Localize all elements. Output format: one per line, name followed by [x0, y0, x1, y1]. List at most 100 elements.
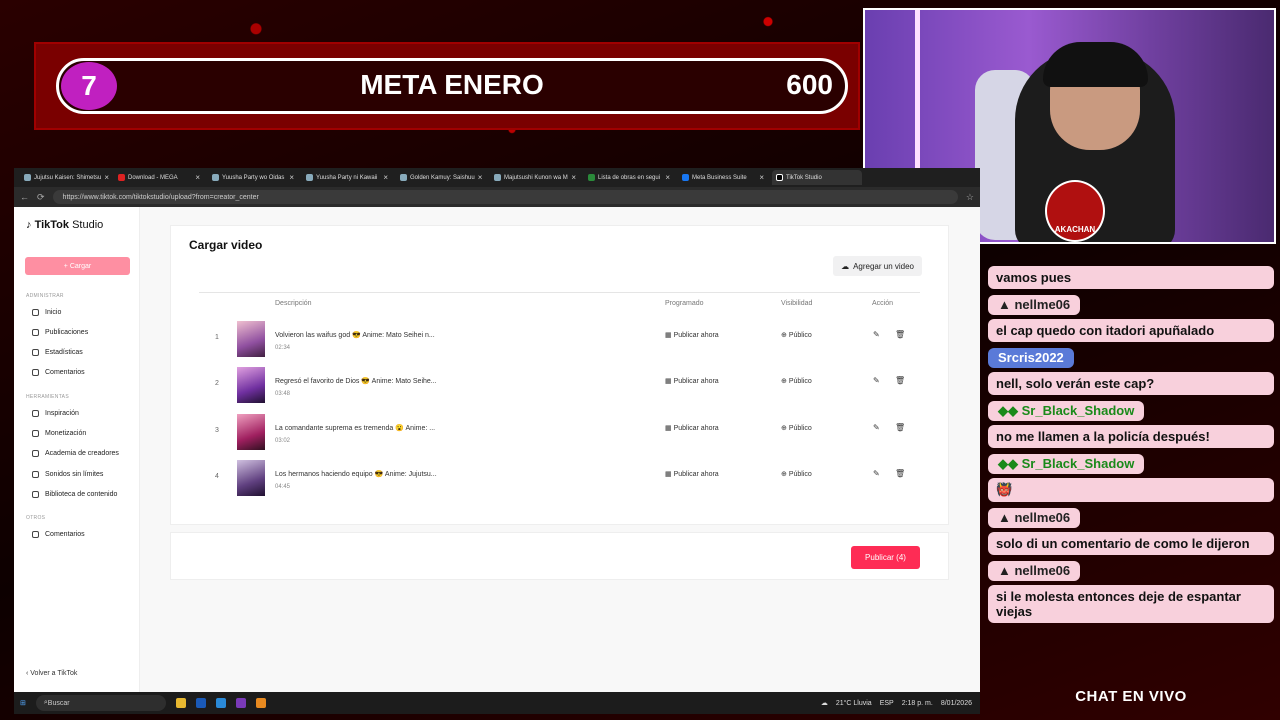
row-number: 4: [215, 473, 219, 480]
clock-time[interactable]: 2:18 p. m.: [902, 700, 933, 707]
video-thumbnail: [237, 367, 265, 403]
video-thumbnail: [237, 321, 265, 357]
schedule-select[interactable]: ▦ Publicar ahora: [665, 377, 719, 385]
badge-icon: ◆◆: [998, 456, 1022, 471]
table-row: 4 Los hermanos haciendo equipo 😎 Anime: …: [199, 460, 920, 500]
premiere-icon[interactable]: [235, 698, 246, 708]
browser-tab[interactable]: Majutsushi Kunon wa M ×: [490, 170, 580, 185]
close-icon[interactable]: ×: [104, 173, 109, 182]
browser-tab[interactable]: Lista de obras en segui ×: [584, 170, 674, 185]
edit-icon[interactable]: ✎: [873, 469, 880, 478]
sidebar-item-biblioteca[interactable]: Biblioteca de contenido: [32, 491, 117, 498]
video-description[interactable]: Los hermanos haciendo equipo 😎 Anime: Ju…: [275, 470, 437, 478]
posts-icon: [32, 329, 39, 336]
visibility-select[interactable]: ⊕ Público: [781, 424, 812, 432]
browser-tab[interactable]: Yuusha Party wo Oidas ×: [208, 170, 298, 185]
header-visibility: Visibilidad: [781, 300, 813, 307]
sidebar-item-publicaciones[interactable]: Publicaciones: [32, 329, 88, 336]
edit-icon[interactable]: ✎: [873, 330, 880, 339]
channel-badge: AKACHAN: [1045, 180, 1105, 242]
visibility-select[interactable]: ⊕ Público: [781, 377, 812, 385]
video-duration: 03:48: [275, 391, 291, 397]
star-icon[interactable]: ☆: [966, 192, 974, 203]
video-thumbnail: [237, 460, 265, 496]
comment-icon: [32, 531, 39, 538]
visibility-select[interactable]: ⊕ Público: [781, 331, 812, 339]
browser-tab-active[interactable]: TikTok Studio: [772, 170, 862, 185]
taskbar-search[interactable]: ⌕ Buscar: [35, 695, 166, 711]
browser-tab[interactable]: Jujutsu Kaisen: Shimetsu ×: [20, 170, 110, 185]
clock-date[interactable]: 8/01/2026: [941, 700, 972, 707]
upload-button[interactable]: + Cargar: [25, 257, 130, 275]
trash-icon[interactable]: 🗑: [895, 423, 905, 432]
visibility-select[interactable]: ⊕ Público: [781, 470, 812, 478]
file-explorer-icon[interactable]: [175, 698, 186, 708]
sidebar-item-monetizacion[interactable]: Monetización: [32, 430, 86, 437]
money-icon: [32, 430, 39, 437]
trash-icon[interactable]: 🗑: [895, 330, 905, 339]
tab-favicon-icon: [118, 174, 125, 181]
sidebar-item-sonidos[interactable]: Sonidos sin límites: [32, 471, 103, 478]
tab-favicon-icon: [400, 174, 407, 181]
sidebar-item-comentarios-otros[interactable]: Comentarios: [32, 531, 85, 538]
weather-text[interactable]: 21°C Lluvia: [836, 700, 872, 707]
calendar-icon: ▦: [665, 332, 674, 339]
add-video-button[interactable]: ☁ Agregar un video: [833, 256, 922, 276]
close-icon[interactable]: ×: [289, 173, 294, 182]
back-to-tiktok-link[interactable]: ‹ Volver a TikTok: [26, 670, 77, 677]
browser-tab[interactable]: Meta Business Suite ×: [678, 170, 768, 185]
user-icon: ▲: [998, 297, 1015, 312]
chat-username: ▲ nellme06: [988, 295, 1081, 315]
trash-icon[interactable]: 🗑: [895, 469, 905, 478]
tab-favicon-icon: [588, 174, 595, 181]
browser-tab[interactable]: Golden Kamuy: Saishuu ×: [396, 170, 486, 185]
library-icon: [32, 491, 39, 498]
browser-tab[interactable]: Download - MEGA ×: [114, 170, 204, 185]
main-content: Cargar video ☁ Agregar un video Descripci…: [140, 207, 980, 692]
sidebar-item-comentarios[interactable]: Comentarios: [32, 369, 85, 376]
close-icon[interactable]: ×: [383, 173, 388, 182]
edit-icon[interactable]: ✎: [873, 376, 880, 385]
chat-message: vamos pues: [988, 266, 1274, 289]
tiktok-logo[interactable]: ♪ TikTok Studio: [26, 219, 103, 231]
header-action: Acción: [872, 300, 894, 307]
schedule-select[interactable]: ▦ Publicar ahora: [665, 470, 719, 478]
sidebar-item-inicio[interactable]: Inicio: [32, 309, 61, 316]
user-icon: ▲: [998, 510, 1015, 525]
edit-icon[interactable]: ✎: [873, 423, 880, 432]
close-icon[interactable]: ×: [759, 173, 764, 182]
calendar-icon: ▦: [665, 471, 674, 478]
browser-tab[interactable]: Yuusha Party ni Kawaii ×: [302, 170, 392, 185]
language-indicator[interactable]: ESP: [880, 700, 894, 707]
schedule-select[interactable]: ▦ Publicar ahora: [665, 424, 719, 432]
chart-icon: [32, 349, 39, 356]
close-icon[interactable]: ×: [571, 173, 576, 182]
sidebar-item-inspiracion[interactable]: Inspiración: [32, 410, 79, 417]
table-row: 3 La comandante suprema es tremenda 😮 An…: [199, 414, 920, 454]
badge-icon: ◆◆: [998, 403, 1022, 418]
globe-icon: ⊕: [781, 425, 789, 432]
reload-icon[interactable]: ⟳: [37, 192, 45, 203]
table-row: 1 Volvieron las waifus god 😎 Anime: Mato…: [199, 321, 920, 361]
windows-start-icon[interactable]: ⊞: [20, 699, 26, 707]
close-icon[interactable]: ×: [478, 173, 483, 182]
lamp: [915, 10, 920, 190]
publish-footer: Publicar (4): [170, 532, 949, 580]
sidebar-item-estadisticas[interactable]: Estadísticas: [32, 349, 83, 356]
video-description[interactable]: Regresó el favorito de Dios 😎 Anime: Mat…: [275, 377, 437, 385]
weather-icon: ☁: [820, 700, 828, 707]
trash-icon[interactable]: 🗑: [895, 376, 905, 385]
video-description[interactable]: Volvieron las waifus god 😎 Anime: Mato S…: [275, 331, 435, 339]
edge-icon[interactable]: [215, 698, 226, 708]
close-icon[interactable]: ×: [665, 173, 670, 182]
schedule-select[interactable]: ▦ Publicar ahora: [665, 331, 719, 339]
chat-username: ▲ nellme06: [988, 508, 1081, 528]
close-icon[interactable]: ×: [195, 173, 200, 182]
video-description[interactable]: La comandante suprema es tremenda 😮 Anim…: [275, 424, 435, 432]
publish-button[interactable]: Publicar (4): [851, 546, 920, 569]
url-field[interactable]: https://www.tiktok.com/tiktokstudio/uplo…: [52, 190, 958, 204]
back-arrow-icon[interactable]: ←: [20, 192, 29, 202]
sidebar-item-academia[interactable]: Academia de creadores: [32, 450, 119, 457]
photoshop-icon[interactable]: [195, 698, 206, 708]
vlc-icon[interactable]: [255, 698, 266, 708]
